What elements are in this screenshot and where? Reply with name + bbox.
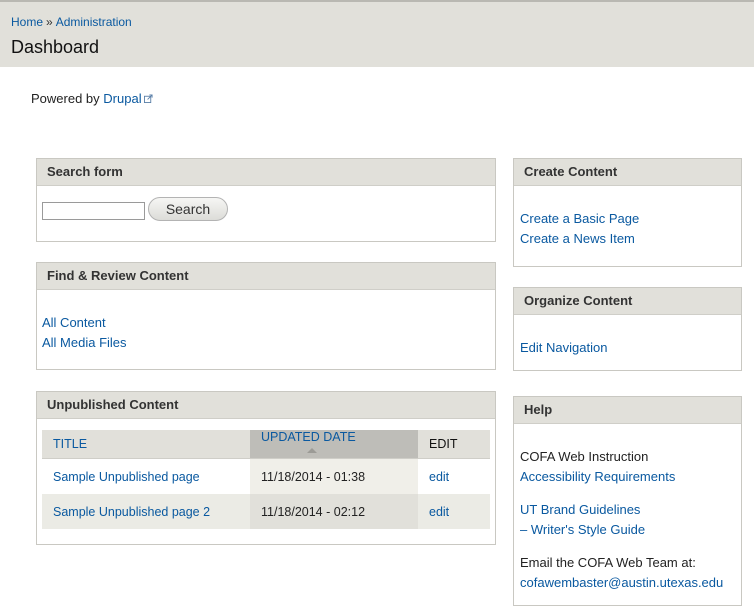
row-title-cell: Sample Unpublished page 2 xyxy=(42,494,250,529)
unpublished-content-block: Unpublished Content TITLE UPDATED DATE E… xyxy=(36,391,496,545)
edit-navigation-link[interactable]: Edit Navigation xyxy=(520,338,741,358)
breadcrumb-administration-link[interactable]: Administration xyxy=(56,15,132,29)
sort-arrow-icon xyxy=(307,448,317,453)
help-block: Help COFA Web Instruction Accessibility … xyxy=(513,396,742,606)
page-title: Dashboard xyxy=(11,37,100,57)
search-form-block: Search form Search xyxy=(36,158,496,242)
table-header-row: TITLE UPDATED DATE EDIT xyxy=(42,430,490,459)
row-date-cell: 11/18/2014 - 02:12 xyxy=(250,494,418,529)
create-basic-page-link[interactable]: Create a Basic Page xyxy=(520,209,741,229)
all-media-files-link[interactable]: All Media Files xyxy=(42,333,495,353)
find-review-content-block: Find & Review Content All Content All Me… xyxy=(36,262,496,370)
row-title-link[interactable]: Sample Unpublished page xyxy=(53,470,200,484)
sort-by-title-link[interactable]: TITLE xyxy=(53,437,87,451)
search-form-title: Search form xyxy=(37,159,495,186)
edit-header-label: EDIT xyxy=(429,437,458,451)
create-content-title: Create Content xyxy=(514,159,741,186)
column-header-title[interactable]: TITLE xyxy=(42,430,250,459)
sort-by-updated-date-link[interactable]: UPDATED DATE xyxy=(261,430,356,444)
accessibility-requirements-link[interactable]: Accessibility Requirements xyxy=(520,467,741,487)
table-row: Sample Unpublished page 11/18/2014 - 01:… xyxy=(42,458,490,495)
ut-brand-guidelines-link[interactable]: UT Brand Guidelines xyxy=(520,500,741,520)
email-label: Email the COFA Web Team at: xyxy=(520,555,696,570)
drupal-link[interactable]: Drupal xyxy=(103,91,141,106)
row-title-link[interactable]: Sample Unpublished page 2 xyxy=(53,505,210,519)
table-row: Sample Unpublished page 2 11/18/2014 - 0… xyxy=(42,494,490,529)
powered-by-label: Powered by xyxy=(31,91,100,106)
organize-content-title: Organize Content xyxy=(514,288,741,315)
row-date-cell: 11/18/2014 - 01:38 xyxy=(250,458,418,494)
powered-by: Powered by Drupal xyxy=(31,91,153,106)
organize-content-block: Organize Content Edit Navigation xyxy=(513,287,742,371)
search-input[interactable] xyxy=(42,202,145,220)
page-header: Home» Administration Dashboard xyxy=(0,0,754,67)
column-header-edit: EDIT xyxy=(418,430,490,459)
row-edit-link[interactable]: edit xyxy=(429,505,449,519)
column-header-updated-date[interactable]: UPDATED DATE xyxy=(250,430,418,459)
find-review-content-title: Find & Review Content xyxy=(37,263,495,290)
all-content-link[interactable]: All Content xyxy=(42,313,495,333)
unpublished-content-title: Unpublished Content xyxy=(37,392,495,419)
row-edit-cell: edit xyxy=(418,494,490,529)
search-button[interactable]: Search xyxy=(148,197,228,221)
breadcrumb: Home» Administration xyxy=(11,15,132,29)
cofa-web-instruction-text: COFA Web Instruction xyxy=(520,449,649,464)
help-title: Help xyxy=(514,397,741,424)
row-title-cell: Sample Unpublished page xyxy=(42,459,250,495)
create-news-item-link[interactable]: Create a News Item xyxy=(520,229,741,249)
breadcrumb-separator: » xyxy=(46,15,53,29)
email-link[interactable]: cofawembaster@austin.utexas.edu xyxy=(520,573,741,593)
unpublished-content-table: TITLE UPDATED DATE EDIT Sample Unpublish… xyxy=(42,430,490,529)
external-link-icon xyxy=(143,94,153,103)
row-edit-link[interactable]: edit xyxy=(429,470,449,484)
writers-style-guide-link[interactable]: – Writer's Style Guide xyxy=(520,520,741,540)
create-content-block: Create Content Create a Basic Page Creat… xyxy=(513,158,742,267)
row-edit-cell: edit xyxy=(418,459,490,495)
breadcrumb-home-link[interactable]: Home xyxy=(11,15,43,29)
